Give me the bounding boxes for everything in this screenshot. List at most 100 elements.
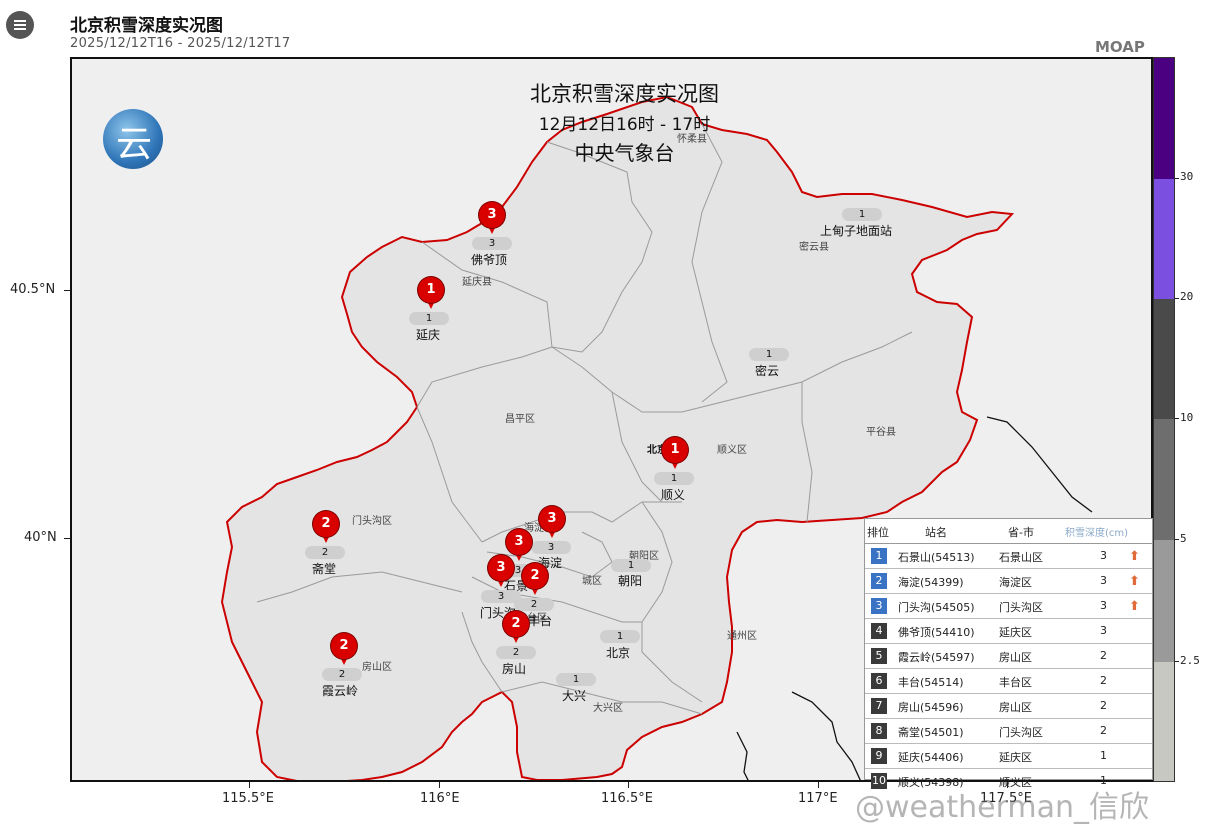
- depth-cell: 2: [1100, 724, 1107, 737]
- district-label: 通州区: [727, 631, 757, 642]
- rank-badge: 1: [871, 548, 887, 564]
- colorbar-segment: [1154, 662, 1174, 781]
- station-cell: 房山(54596): [898, 701, 964, 714]
- depth-cell: 3: [1100, 574, 1107, 587]
- station-cell: 海淀(54399): [898, 576, 964, 589]
- time-range: 2025/12/12T16 - 2025/12/12T17: [70, 36, 291, 51]
- table-row[interactable]: 8 斋堂(54501) 门头沟区 2: [865, 719, 1152, 744]
- district-label: 顺义区: [717, 445, 747, 456]
- brand-label: MOAP: [1095, 38, 1145, 56]
- station-cell: 石景山(54513): [898, 551, 975, 564]
- colorbar-segment: [1154, 540, 1174, 662]
- rank-badge: 2: [871, 573, 887, 589]
- station-value: 1: [842, 208, 882, 221]
- table-row[interactable]: 4 佛爷顶(54410) 延庆区 3: [865, 619, 1152, 644]
- table-row[interactable]: 1 石景山(54513) 石景山区 3 ⬆: [865, 544, 1152, 569]
- rank-badge: 8: [871, 723, 887, 739]
- station-value: 3: [472, 237, 512, 250]
- station-name: 丰台: [528, 614, 553, 628]
- region-cell: 海淀区: [999, 576, 1032, 589]
- colorbar-tick: [1175, 539, 1179, 540]
- station-marker[interactable]: 2: [313, 511, 339, 545]
- depth-cell: 3: [1100, 624, 1107, 637]
- station-marker[interactable]: 3: [488, 555, 514, 589]
- colorbar-segment: [1154, 299, 1174, 419]
- colorbar-segment: [1154, 179, 1174, 299]
- station-marker[interactable]: 3: [479, 202, 505, 236]
- station-name: 霞云岭: [322, 684, 359, 698]
- table-row[interactable]: 3 门头沟(54505) 门头沟区 3 ⬆: [865, 594, 1152, 619]
- station-name: 北京: [606, 646, 631, 660]
- district-label: 怀柔县: [677, 134, 707, 145]
- station-cell: 延庆(54406): [898, 751, 964, 764]
- station-name: 密云: [755, 364, 780, 378]
- x-tick-label: 116.5°E: [601, 791, 653, 806]
- station-name: 上甸子地面站: [820, 224, 893, 238]
- table-row[interactable]: 6 丰台(54514) 丰台区 2: [865, 669, 1152, 694]
- colorbar-label: 5: [1180, 532, 1187, 545]
- region-cell: 房山区: [999, 701, 1032, 714]
- station-cell: 门头沟(54505): [898, 601, 975, 614]
- y-tick: [64, 290, 70, 291]
- table-row[interactable]: 5 霞云岭(54597) 房山区 2: [865, 644, 1152, 669]
- rank-badge: 6: [871, 673, 887, 689]
- station-cell: 丰台(54514): [898, 676, 964, 689]
- header-depth[interactable]: 积雪深度(cm): [1065, 524, 1128, 539]
- colorbar-segment: [1154, 419, 1174, 540]
- logo-glyph: 云: [116, 124, 153, 165]
- table-row[interactable]: 2 海淀(54399) 海淀区 3 ⬆: [865, 569, 1152, 594]
- region-cell: 延庆区: [999, 751, 1032, 764]
- station-marker[interactable]: 2: [522, 563, 548, 597]
- colorbar-tick: [1175, 418, 1179, 419]
- colorbar-tick: [1175, 178, 1179, 179]
- region-cell: 丰台区: [999, 676, 1032, 689]
- station-value: 2: [305, 546, 345, 559]
- region-cell: 门头沟区: [999, 726, 1043, 739]
- menu-button[interactable]: [6, 11, 34, 39]
- region-cell: 石景山区: [999, 551, 1043, 564]
- rank-badge: 5: [871, 648, 887, 664]
- station-marker[interactable]: 2: [331, 633, 357, 667]
- station-value: 2: [514, 598, 554, 611]
- table-header: 排位 站名 省-市 积雪深度(cm): [865, 519, 1152, 544]
- station-cell: 佛爷顶(54410): [898, 626, 975, 639]
- station-value: 1: [556, 673, 596, 686]
- district-label: 城区: [582, 576, 602, 587]
- colorbar-tick: [1175, 298, 1179, 299]
- station-value: 2: [496, 646, 536, 659]
- station-value: 1: [600, 630, 640, 643]
- station-marker[interactable]: 3: [539, 506, 565, 540]
- district-label: 延庆县: [462, 277, 492, 288]
- ranking-table: 排位 站名 省-市 积雪深度(cm) 1 石景山(54513) 石景山区 3 ⬆ 2 海淀(…: [864, 518, 1153, 789]
- colorbar-segment: [1154, 58, 1174, 179]
- header-rank: 排位: [867, 526, 889, 539]
- station-name: 朝阳: [618, 574, 643, 588]
- trend-up-icon: ⬆: [1129, 599, 1140, 614]
- station-marker[interactable]: 1: [418, 277, 444, 311]
- page-title: 北京积雪深度实况图: [70, 16, 223, 36]
- rank-badge: 3: [871, 598, 887, 614]
- station-marker[interactable]: 1: [662, 437, 688, 471]
- table-row[interactable]: 7 房山(54596) 房山区 2: [865, 694, 1152, 719]
- x-tick: [628, 782, 629, 788]
- district-label: 房山区: [362, 662, 392, 673]
- map-title-block: 北京积雪深度实况图 12月12日16时 - 17时 中央气象台: [512, 78, 737, 166]
- district-label: 密云县: [799, 242, 829, 253]
- watermark: @weatherman_信欣: [855, 790, 1150, 825]
- district-label: 大兴区: [593, 703, 623, 714]
- x-tick: [439, 782, 440, 788]
- x-tick: [249, 782, 250, 788]
- station-value: 3: [531, 541, 571, 554]
- station-marker[interactable]: 2: [503, 611, 529, 645]
- y-tick-label: 40°N: [24, 530, 57, 545]
- station-value: 1: [409, 312, 449, 325]
- station-name: 大兴: [562, 689, 587, 703]
- region-cell: 房山区: [999, 651, 1032, 664]
- rank-badge: 7: [871, 698, 887, 714]
- depth-cell: 3: [1100, 599, 1107, 612]
- rank-badge: 9: [871, 748, 887, 764]
- table-row[interactable]: 9 延庆(54406) 延庆区 1: [865, 744, 1152, 769]
- legend-colorbar: [1153, 57, 1175, 782]
- station-name: 顺义: [661, 488, 686, 502]
- colorbar-label: 20: [1180, 290, 1194, 303]
